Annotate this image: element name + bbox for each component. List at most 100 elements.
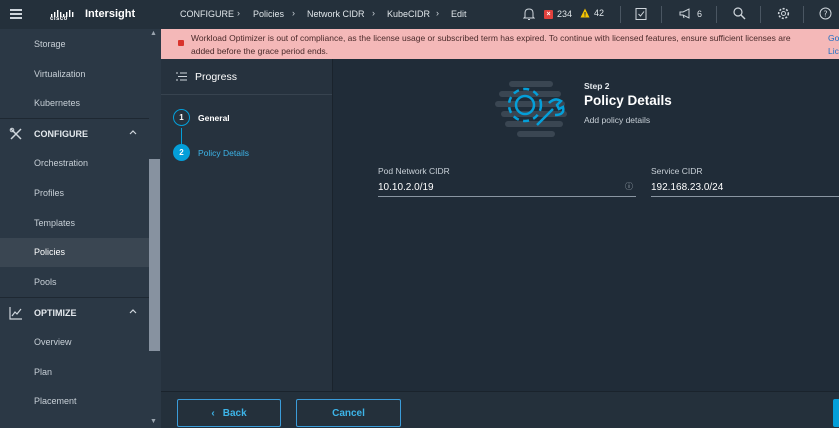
step-number: 1	[173, 109, 190, 126]
cancel-button[interactable]: Cancel	[296, 399, 401, 427]
breadcrumb-separator-icon: ›	[436, 8, 439, 18]
chevron-left-icon: ‹	[211, 407, 215, 419]
step-general[interactable]: 1 General	[173, 109, 230, 126]
sidebar-item-orchestration[interactable]: Orchestration	[0, 148, 149, 178]
service-cidr-input[interactable]	[651, 179, 839, 197]
list-menu-icon[interactable]	[176, 72, 187, 81]
bell-icon[interactable]	[523, 7, 535, 21]
step-label: Policy Details	[198, 147, 250, 158]
sidebar-item-kubernetes[interactable]: Kubernetes	[0, 89, 149, 119]
step-label: General	[198, 112, 230, 123]
breadcrumb-separator-icon: ›	[372, 8, 375, 18]
sidebar-item-policies[interactable]: Policies	[0, 237, 149, 268]
pod-cidr-label: Pod Network CIDR	[378, 166, 450, 176]
divider	[620, 6, 621, 23]
sidebar-item-label: Orchestration	[34, 158, 89, 169]
sidebar-item-label: Kubernetes	[34, 98, 81, 109]
warning-triangle-icon: !	[580, 8, 590, 18]
sidebar-item-label: Placement	[34, 396, 77, 407]
task-checklist-icon[interactable]	[635, 7, 647, 21]
sidebar-section-configure[interactable]: CONFIGURE	[0, 118, 149, 148]
sidebar-item-label: Virtualization	[34, 68, 86, 79]
step-number: 2	[173, 144, 190, 161]
hamburger-menu-icon[interactable]	[10, 9, 22, 19]
wrench-screwdriver-icon	[8, 127, 24, 141]
svg-text:?: ?	[823, 9, 827, 18]
cancel-button-label: Cancel	[332, 407, 365, 419]
sidebar-item-virtualization[interactable]: Virtualization	[0, 59, 149, 89]
sidebar-item-templates[interactable]: Templates	[0, 208, 149, 238]
divider	[661, 6, 662, 23]
sidebar-item-storage[interactable]: Storage	[0, 29, 149, 59]
announcement-count: 6	[697, 8, 703, 19]
warning-alarms[interactable]: ! 42	[580, 8, 604, 18]
breadcrumb-configure[interactable]: CONFIGURE	[180, 9, 234, 19]
license-alert-banner: Workload Optimizer is out of compliance,…	[161, 29, 839, 59]
pod-cidr-input[interactable]	[378, 179, 636, 197]
sidebar-header: cisco Intersight	[0, 0, 161, 29]
sidebar-item-label: Plan	[34, 366, 53, 377]
main-content: Step 2 Policy Details Add policy details…	[333, 59, 839, 391]
breadcrumb-kubecidr[interactable]: KubeCIDR	[387, 9, 430, 19]
announcements[interactable]: 6	[679, 8, 702, 19]
sidebar-item-label: Storage	[34, 38, 66, 49]
scroll-up-arrow-icon[interactable]: ▲	[150, 30, 157, 37]
sidebar-nav: Storage Virtualization Kubernetes CONFIG…	[0, 29, 149, 416]
sidebar-section-optimize[interactable]: OPTIMIZE	[0, 297, 149, 327]
alert-link-go[interactable]: Go	[828, 33, 839, 43]
cisco-logo-text: cisco	[50, 16, 68, 22]
brand-name: Intersight	[85, 8, 136, 20]
search-icon[interactable]	[733, 7, 746, 20]
sidebar-item-pools[interactable]: Pools	[0, 267, 149, 297]
divider	[803, 6, 804, 23]
alert-link-licensing[interactable]: Lic	[828, 46, 839, 56]
progress-header: Progress	[161, 59, 332, 95]
gear-icon[interactable]	[777, 7, 790, 20]
sidebar-scrollbar-thumb[interactable]	[149, 159, 160, 351]
chart-line-icon	[8, 306, 24, 320]
sidebar-item-profiles[interactable]: Profiles	[0, 178, 149, 208]
sidebar-item-label: Overview	[34, 336, 72, 347]
alert-message-line1: Workload Optimizer is out of compliance,…	[191, 33, 791, 43]
sidebar-item-placement[interactable]: Placement	[0, 387, 149, 417]
critical-alarms[interactable]: × 234	[544, 9, 572, 19]
sidebar-item-label: Pools	[34, 277, 57, 288]
scroll-down-arrow-icon[interactable]: ▼	[150, 418, 157, 425]
cisco-logo-icon	[51, 10, 74, 17]
sidebar-section-label: OPTIMIZE	[34, 307, 77, 318]
top-bar: CONFIGURE › Policies › Network CIDR › Ku…	[161, 0, 839, 29]
sidebar-item-plan[interactable]: Plan	[0, 357, 149, 387]
back-button[interactable]: ‹ Back	[177, 399, 281, 427]
warning-alarm-count: 42	[594, 8, 605, 18]
step-policy-details[interactable]: 2 Policy Details	[173, 144, 249, 161]
page-title: Policy Details	[584, 93, 672, 108]
service-cidr-label: Service CIDR	[651, 166, 703, 176]
critical-alarm-count: 234	[557, 9, 573, 19]
sidebar-item-overview[interactable]: Overview	[0, 327, 149, 357]
svg-text:!: !	[584, 12, 587, 18]
breadcrumb-network-cidr[interactable]: Network CIDR	[307, 9, 365, 19]
breadcrumb-separator-icon: ›	[292, 8, 295, 18]
info-icon[interactable]: ⓘ	[625, 181, 633, 192]
back-button-label: Back	[222, 407, 247, 419]
help-icon[interactable]: ?	[819, 7, 832, 20]
divider	[760, 6, 761, 23]
sidebar: cisco Intersight Storage Virtualization …	[0, 0, 161, 428]
breadcrumb-policies[interactable]: Policies	[253, 9, 284, 19]
sidebar-section-label: CONFIGURE	[34, 128, 88, 139]
sidebar-item-label: Policies	[34, 247, 66, 258]
sidebar-item-label: Profiles	[34, 187, 65, 198]
chevron-up-icon[interactable]	[129, 308, 137, 314]
step-number-text: Step 2	[584, 81, 610, 91]
chevron-up-icon[interactable]	[129, 129, 137, 135]
progress-pane: Progress 1 General 2 Policy Details	[161, 59, 333, 391]
megaphone-icon	[679, 8, 690, 19]
divider	[716, 6, 717, 23]
next-button[interactable]	[833, 399, 839, 427]
breadcrumb-edit: Edit	[451, 9, 467, 19]
page-description: Add policy details	[584, 115, 651, 125]
sidebar-item-label: Templates	[34, 217, 76, 228]
alert-message-line2: added before the grace period ends.	[191, 46, 329, 56]
critical-alarm-icon: ×	[544, 9, 553, 19]
alert-error-icon	[178, 40, 184, 46]
